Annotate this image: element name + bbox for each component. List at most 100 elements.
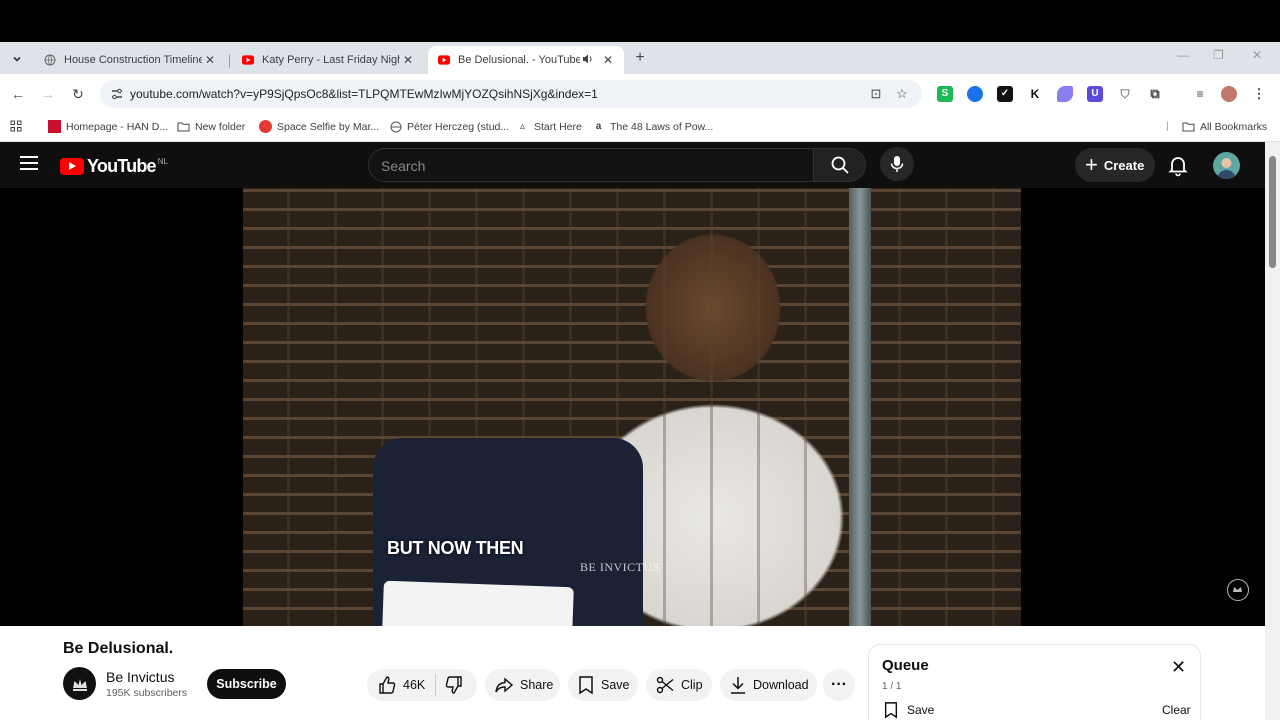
clip-label: Clip	[681, 678, 703, 692]
forward-arrow-icon[interactable]: →	[38, 84, 58, 104]
extension-blue-circle-icon[interactable]	[967, 86, 983, 102]
bookmark-new-folder[interactable]: New folder	[177, 120, 245, 133]
search-button[interactable]	[814, 148, 866, 182]
space-selfie-icon	[259, 120, 272, 133]
extension-s-icon[interactable]: S	[937, 86, 953, 102]
folder-icon	[1182, 120, 1195, 133]
all-bookmarks-label: All Bookmarks	[1200, 120, 1268, 133]
queue-save-button[interactable]: Save	[883, 701, 934, 719]
address-bar[interactable]: youtube.com/watch?v=yP9SjQpsOc8&list=TLP…	[100, 80, 922, 108]
tab-search-dropdown[interactable]	[6, 48, 28, 70]
new-tab-button[interactable]: +	[630, 48, 650, 68]
page-scrollbar[interactable]	[1265, 142, 1280, 720]
bookmark-peter-herczeg[interactable]: Péter Herczeg (stud...	[389, 120, 509, 133]
bookmark-48-laws[interactable]: a The 48 Laws of Pow...	[592, 120, 714, 133]
bookmark-start-here[interactable]: ▵ Start Here	[516, 120, 582, 133]
apps-grid-icon[interactable]	[10, 120, 22, 132]
download-label: Download	[753, 678, 809, 692]
extension-feather-icon[interactable]	[1057, 86, 1073, 102]
bookmarks-bar: Homepage - HAN D... New folder Space Sel…	[0, 114, 1280, 142]
install-app-icon[interactable]: ⊡	[868, 86, 884, 102]
bookmark-icon	[884, 702, 898, 719]
close-tab-icon[interactable]: ✕	[202, 53, 218, 67]
tab-title: House Construction Timeline	[64, 54, 202, 66]
channel-avatar[interactable]	[63, 667, 96, 700]
notifications-bell-icon[interactable]	[1166, 153, 1190, 177]
close-window-icon[interactable]: ✕	[1252, 48, 1262, 62]
divider	[435, 674, 437, 696]
search-input[interactable]	[381, 156, 801, 176]
tab-house-construction[interactable]: House Construction Timeline ✕	[34, 46, 226, 74]
subscribe-button[interactable]: Subscribe	[207, 669, 286, 699]
screen-top-bar	[0, 0, 1280, 42]
globe-icon	[44, 54, 56, 66]
extensions-puzzle-icon[interactable]: ⧉	[1147, 86, 1163, 102]
site-info-icon[interactable]	[110, 87, 124, 101]
shield-icon[interactable]: ⛉	[1117, 86, 1133, 102]
extension-u-icon[interactable]: U	[1087, 86, 1103, 102]
close-tab-icon[interactable]: ✕	[400, 53, 416, 67]
folder-icon	[177, 120, 190, 133]
media-queue-icon[interactable]: ≡	[1192, 86, 1208, 102]
bookmark-icon	[579, 676, 593, 695]
bookmark-star-icon[interactable]: ☆	[894, 86, 910, 102]
bookmark-homepage[interactable]: Homepage - HAN D...	[48, 120, 168, 133]
thumbs-up-icon	[379, 676, 396, 694]
tab-divider	[229, 54, 230, 68]
tab-katy-perry[interactable]: Katy Perry - Last Friday Night (T ✕	[232, 46, 424, 74]
download-button[interactable]: Download	[720, 669, 817, 701]
queue-count: 1 / 1	[882, 681, 902, 692]
youtube-icon	[242, 54, 254, 66]
voice-search-button[interactable]	[880, 147, 914, 181]
close-queue-icon[interactable]: ✕	[1171, 657, 1186, 678]
restore-icon[interactable]: ❐	[1213, 48, 1224, 62]
tab-be-delusional[interactable]: Be Delusional. - YouTube ✕	[428, 46, 624, 74]
save-label: Save	[601, 678, 630, 692]
bookmark-label: Space Selfie by Mar...	[277, 120, 380, 133]
youtube-header: YouTube NL + Create	[0, 142, 1265, 188]
plus-icon: +	[1085, 152, 1098, 177]
speaker-icon[interactable]	[580, 53, 596, 68]
youtube-wordmark: YouTube	[87, 156, 157, 176]
crown-icon	[72, 678, 87, 691]
create-label: Create	[1103, 157, 1145, 173]
like-dislike-group: 46K	[367, 669, 477, 701]
dislike-button[interactable]	[444, 675, 470, 695]
url-text[interactable]: youtube.com/watch?v=yP9SjQpsOc8&list=TLP…	[130, 87, 598, 101]
video-player[interactable]: BUT NOW THEN BE INVICTUS	[0, 188, 1265, 626]
hamburger-menu-icon[interactable]	[20, 156, 38, 170]
channel-name[interactable]: Be Invictus	[106, 669, 174, 685]
bookmarks-divider: |	[1166, 120, 1169, 132]
amazon-icon: a	[595, 121, 602, 132]
back-arrow-icon[interactable]: ←	[8, 84, 28, 104]
close-tab-icon[interactable]: ✕	[600, 53, 616, 67]
more-menu-icon[interactable]: ⋮	[1251, 86, 1267, 102]
youtube-page: YouTube NL + Create BUT NOW THEN	[0, 142, 1265, 720]
all-bookmarks[interactable]: All Bookmarks	[1182, 120, 1267, 133]
bookmark-space-selfie[interactable]: Space Selfie by Mar...	[259, 120, 379, 133]
extension-k-icon[interactable]: K	[1027, 86, 1043, 102]
share-label: Share	[520, 678, 554, 692]
tab-title: Katy Perry - Last Friday Night (T	[262, 54, 400, 66]
youtube-logo[interactable]: YouTube NL	[60, 156, 168, 177]
profile-avatar[interactable]	[1221, 86, 1237, 102]
bookmark-label: The 48 Laws of Pow...	[610, 120, 714, 133]
download-icon	[731, 677, 745, 694]
account-avatar[interactable]	[1213, 152, 1240, 179]
extension-check-icon[interactable]: ✓	[997, 86, 1013, 102]
minimize-icon[interactable]: —	[1177, 48, 1189, 62]
channel-watermark-icon[interactable]	[1227, 579, 1249, 601]
search-box	[368, 148, 814, 182]
globe-icon	[389, 120, 402, 133]
save-button[interactable]: Save	[568, 669, 638, 701]
like-button[interactable]: 46K	[377, 675, 435, 695]
more-actions-button[interactable]: ···	[823, 669, 855, 701]
scrollbar-thumb[interactable]	[1269, 156, 1276, 268]
create-button[interactable]: + Create	[1075, 148, 1155, 182]
clip-button[interactable]: Clip	[646, 669, 712, 701]
han-logo-icon	[48, 120, 61, 133]
share-button[interactable]: Share	[485, 669, 560, 701]
queue-clear-button[interactable]: Clear	[1162, 703, 1191, 717]
country-code: NL	[157, 157, 168, 166]
reload-icon[interactable]: ↻	[68, 84, 88, 104]
